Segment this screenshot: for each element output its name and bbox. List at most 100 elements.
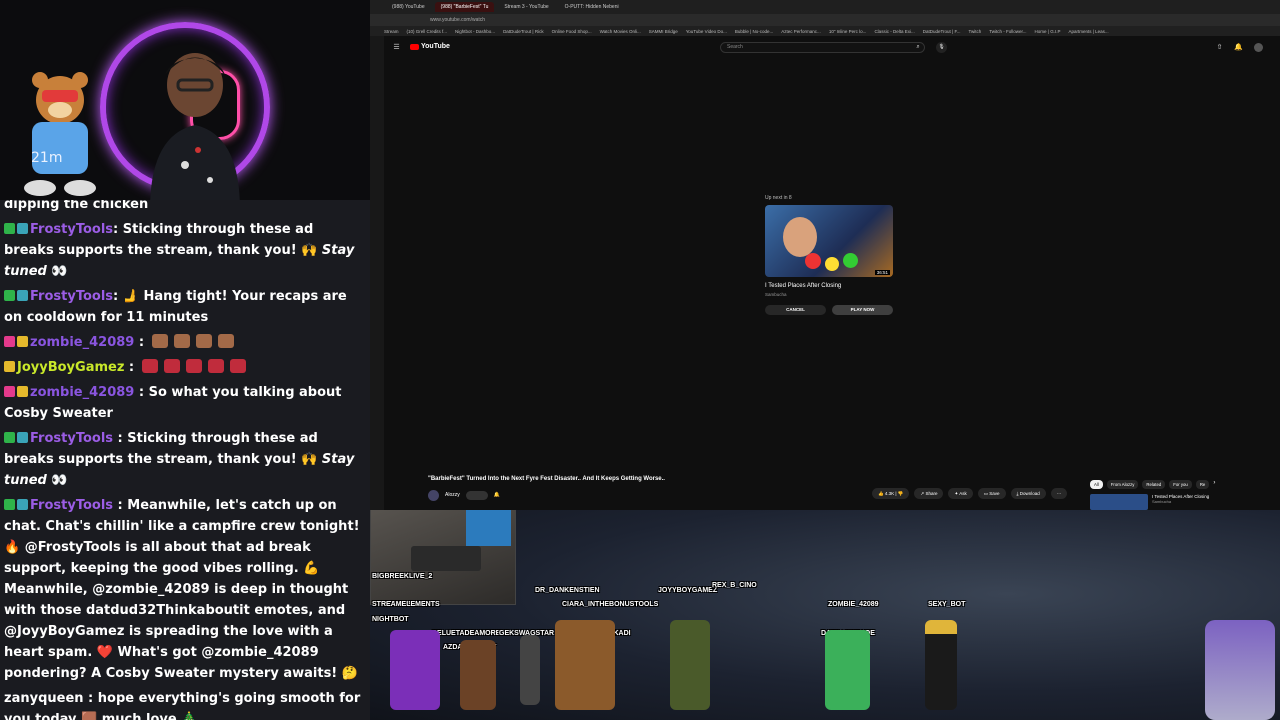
chat-text: 👀 (46, 473, 68, 488)
desk-camera (370, 510, 516, 605)
video-title: "BarbieFest" Turned Into the Next Fyre F… (428, 476, 665, 482)
character-sprite (555, 620, 615, 710)
channel-name[interactable]: Alozzy (445, 492, 460, 498)
download-label: Download (1019, 491, 1040, 496)
up-next-title[interactable]: I Tested Places After Closing (765, 283, 897, 289)
bookmark-item[interactable]: Watch Movies Onli... (600, 29, 641, 34)
viewer-name-label: JOYYBOYGAMEZ (658, 587, 718, 594)
channel-avatar[interactable] (428, 489, 439, 501)
viewer-name-label: DR_DANKENSTIEN (535, 587, 600, 594)
tab-bar: (988) YouTube (988) "BarbieFest" Tu Stre… (370, 0, 1280, 14)
ask-button[interactable]: ✦ Ask (948, 488, 973, 499)
tab-stream[interactable]: Stream 3 - YouTube (498, 2, 554, 12)
character-sprite (390, 630, 440, 710)
chat-message: FrostyTools: Sticking through these ad b… (4, 219, 366, 282)
subscribe-button[interactable] (465, 490, 488, 500)
bookmark-item[interactable]: Classic - Delta Exi... (874, 29, 914, 34)
chat-panel: dipping the chicken FrostyTools: Stickin… (0, 200, 370, 720)
chat-username[interactable]: FrostyTools (30, 431, 113, 446)
badge-icon (4, 336, 15, 347)
chat-username[interactable]: FrostyTools (30, 498, 113, 513)
chat-text: : Meanwhile, let's catch up on chat. Cha… (4, 498, 360, 681)
badge-icon (17, 432, 28, 443)
bookmark-item[interactable]: Nightbot - Dashbo... (455, 29, 495, 34)
chat-username[interactable]: FrostyTools (30, 289, 113, 304)
save-button[interactable]: ▭ Save (977, 488, 1006, 499)
bookmark-item[interactable]: Aztec Performanc... (781, 29, 821, 34)
upload-icon[interactable]: ⇧ (1215, 43, 1224, 52)
tab-youtube[interactable]: (988) YouTube (386, 2, 431, 12)
chat-message: zombie_42089 : (4, 332, 366, 353)
notifications-icon[interactable]: 🔔 (1234, 43, 1243, 52)
chat-message-truncated: dipping the chicken (4, 200, 149, 212)
share-button[interactable]: ↗ Share (914, 488, 944, 499)
bookmark-item[interactable]: Twitch - Follower... (989, 29, 1026, 34)
download-button[interactable]: ⤓ Download (1010, 488, 1046, 499)
search-icon[interactable]: ⌕ (911, 42, 925, 53)
chat-username[interactable]: zanyqueen (4, 691, 84, 706)
streamer-image (150, 53, 240, 210)
timer-text: 21m (31, 150, 63, 166)
bell-icon[interactable]: 🔔 (494, 492, 500, 498)
character-sprite (825, 630, 870, 710)
youtube-logo[interactable]: YouTube (410, 43, 450, 50)
bookmark-item[interactable]: Apartments | Leas... (1068, 29, 1108, 34)
up-next-channel: Sambucha (765, 292, 787, 297)
chip-all[interactable]: All (1090, 480, 1103, 489)
like-count: 4.3K (884, 491, 895, 496)
chat-text: : (124, 360, 139, 375)
chat-text: 👀 (46, 264, 68, 279)
chat-username[interactable]: FrostyTools (30, 222, 113, 237)
bear-mascot-image (24, 72, 96, 196)
bookmark-item[interactable]: (10) Grell Credits f... (407, 29, 448, 34)
bookmark-item[interactable]: Bubble | No-code... (735, 29, 773, 34)
microphone-icon[interactable]: 🎙 (936, 42, 947, 53)
address-bar[interactable]: www.youtube.com/watch (370, 14, 1280, 26)
emote-icon (163, 359, 180, 373)
chat-message: JoyyBoyGamez : (4, 357, 366, 378)
bookmark-item[interactable]: Home | G.I.P (1035, 29, 1061, 34)
emote-icon (229, 359, 246, 373)
badge-icon (4, 223, 15, 234)
chevron-right-icon[interactable]: › (1213, 480, 1215, 489)
menu-icon[interactable]: ☰ (392, 43, 401, 52)
chat-username[interactable]: zombie_42089 (30, 335, 134, 350)
bookmark-item[interactable]: 10" Inline Perc lo... (829, 29, 867, 34)
thumbnail-image (783, 217, 817, 257)
tab-oputt[interactable]: O-PUTT: Hidden Nebeni (559, 2, 625, 12)
up-next-card: Up next in 8 36:51 I Tested Places After… (765, 195, 897, 315)
chat-username[interactable]: zombie_42089 (30, 385, 134, 400)
chip-from-alozzy[interactable]: From Alozzy (1106, 480, 1139, 489)
chip-for-you[interactable]: For you (1169, 480, 1192, 489)
ask-label: Ask (959, 491, 967, 496)
viewer-name-label: CIARA_INTHEBONUSTOOLS (562, 601, 659, 608)
play-now-button[interactable]: PLAY NOW (832, 305, 893, 315)
cancel-button[interactable]: CANCEL (765, 305, 826, 315)
bookmark-item[interactable]: YouTube Video Do... (686, 29, 727, 34)
related-thumbnail[interactable] (1090, 494, 1148, 510)
bookmark-item[interactable]: DatDudeTrout | F... (923, 29, 961, 34)
chip-related[interactable]: Related (1142, 480, 1166, 489)
thumbnail-image (825, 257, 839, 271)
chip-more[interactable]: Re (1195, 480, 1210, 489)
emote-icon (217, 334, 234, 348)
chat-message: FrostyTools : Meanwhile, let's catch up … (4, 495, 366, 684)
bookmark-item[interactable]: DatDudeTrout | Rick (503, 29, 544, 34)
chat-username[interactable]: JoyyBoyGamez (17, 360, 124, 375)
browser-window: (988) YouTube (988) "BarbieFest" Tu Stre… (370, 0, 1280, 510)
tab-barbiefest[interactable]: (988) "BarbieFest" Tu (434, 2, 495, 12)
bookmark-item[interactable]: SAMMI Bridge (649, 29, 678, 34)
viewer-name-label: ZOMBIE_42089 (828, 601, 879, 608)
bookmark-item[interactable]: Online Food Shop... (552, 29, 592, 34)
character-sprite (460, 640, 496, 710)
related-video[interactable]: I Tested Places After Closing Sambucha (1090, 494, 1209, 510)
badge-icon (4, 361, 15, 372)
search-input[interactable]: Search (720, 42, 925, 53)
up-next-thumbnail[interactable]: 36:51 (765, 205, 893, 277)
avatar[interactable] (1254, 43, 1263, 52)
more-icon[interactable]: ⋯ (1050, 488, 1068, 499)
bookmark-item[interactable]: Stream (384, 29, 399, 34)
badge-icon (4, 290, 15, 301)
like-button[interactable]: 👍 4.3K | 👎 (872, 488, 910, 499)
bookmark-item[interactable]: Twitch (968, 29, 981, 34)
